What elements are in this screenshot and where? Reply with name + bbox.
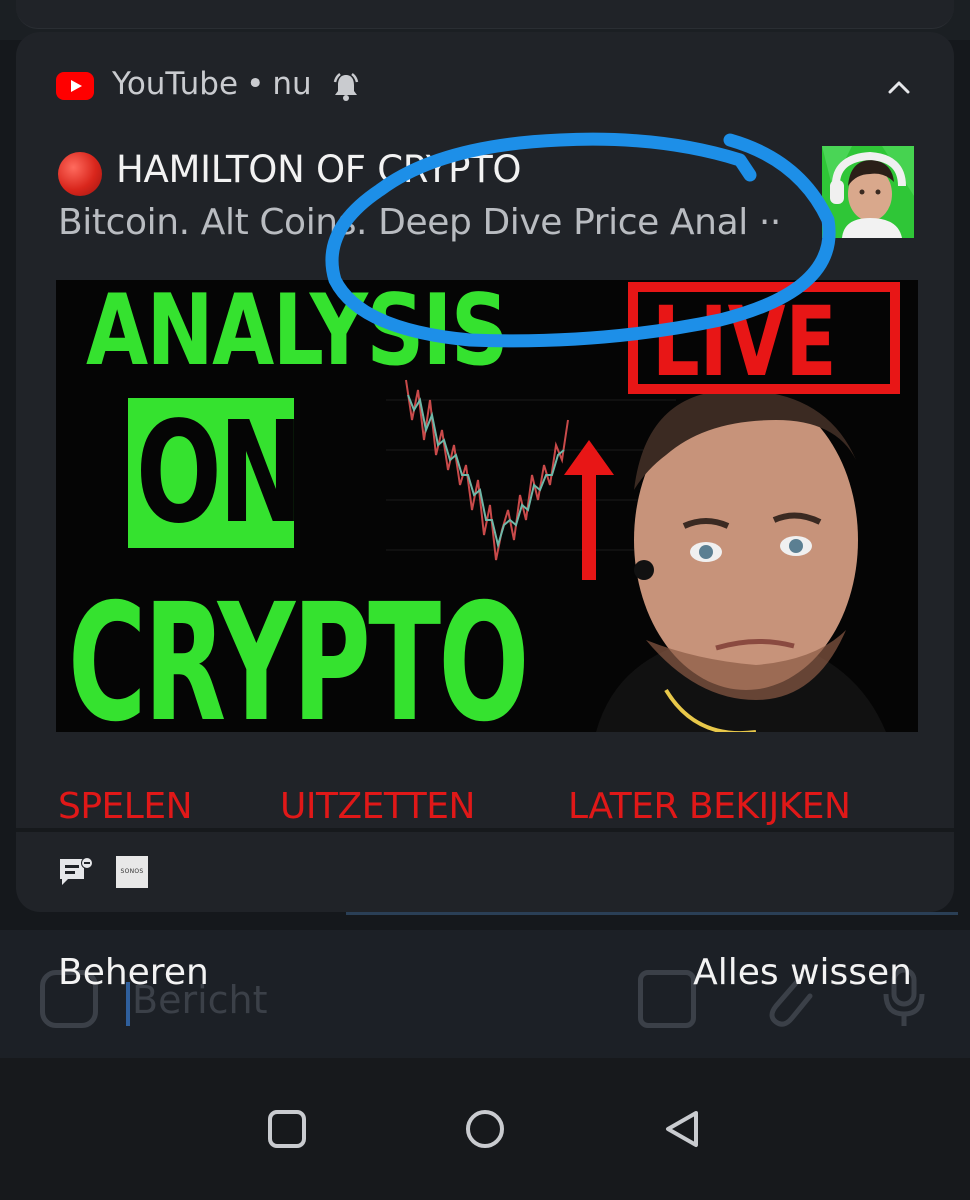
thumbnail-text-crypto: CRYPTO (68, 570, 529, 732)
play-action-button[interactable]: SPELEN (58, 786, 193, 827)
back-icon[interactable] (662, 1108, 704, 1150)
separator: • (246, 66, 265, 102)
app-name: YouTube (112, 66, 239, 102)
watch-later-action-button[interactable]: LATER BEKIJKEN (568, 786, 851, 827)
youtube-logo-icon (56, 72, 94, 100)
live-badge-text: LIVE (652, 286, 837, 398)
notification-header: YouTube • nu (112, 66, 312, 102)
bell-icon (333, 73, 359, 101)
manage-button[interactable]: Beheren (58, 952, 209, 993)
slash-command-icon (638, 970, 696, 1028)
channel-avatar (822, 146, 914, 238)
notification-time: nu (272, 66, 312, 102)
thumbnail-text-on: ON (136, 392, 303, 555)
previous-notification-card[interactable] (16, 0, 954, 29)
notification-title: HAMILTON OF CRYPTO (116, 148, 522, 191)
thumbnail-text-analysis: ANALYSIS (86, 280, 509, 388)
recents-icon[interactable] (266, 1108, 308, 1150)
red-circle-emoji-icon (58, 152, 102, 196)
feedback-icon[interactable] (58, 855, 94, 889)
sonos-icon[interactable]: SONOS (116, 856, 148, 888)
turn-off-action-button[interactable]: UITZETTEN (280, 786, 475, 827)
chevron-up-icon[interactable] (884, 72, 914, 102)
video-thumbnail[interactable]: ANALYSIS ON CRYPTO LIVE (56, 280, 918, 732)
notification-subtitle: Bitcoin. Alt Coins. Deep Dive Price Anal… (58, 202, 781, 243)
home-icon[interactable] (464, 1108, 506, 1150)
clear-all-button[interactable]: Alles wissen (693, 952, 912, 993)
card-divider (16, 828, 954, 832)
background-accent-line (346, 912, 958, 915)
